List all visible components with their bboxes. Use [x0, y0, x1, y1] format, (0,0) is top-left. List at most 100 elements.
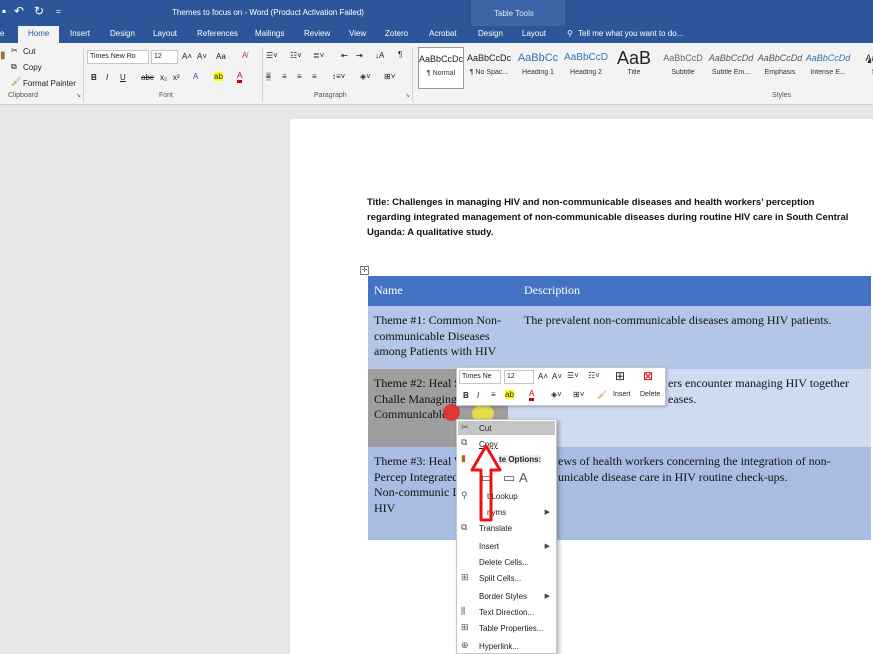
- tab-acrobat[interactable]: Acrobat: [429, 29, 457, 38]
- redo-icon[interactable]: ↻: [34, 4, 44, 18]
- menu-delete-cells[interactable]: Delete Cells...: [479, 558, 529, 567]
- insert-table-icon[interactable]: ⊞: [615, 369, 625, 383]
- mini-insert-button[interactable]: Insert: [613, 391, 631, 398]
- shrink-font-icon[interactable]: A˅: [552, 372, 562, 381]
- align-center-icon[interactable]: ≡: [282, 72, 287, 81]
- tab-table-design[interactable]: Design: [478, 29, 503, 38]
- style-title[interactable]: AaB Title: [611, 47, 657, 89]
- customize-icon[interactable]: =: [56, 7, 61, 16]
- shading-icon[interactable]: ◈˅: [360, 72, 371, 81]
- tell-me-input[interactable]: Tell me what you want to do...: [578, 29, 683, 38]
- numbering-icon[interactable]: ☷˅: [290, 51, 302, 60]
- justify-icon[interactable]: ≡: [312, 72, 317, 81]
- increase-indent-icon[interactable]: ⇥: [356, 51, 363, 60]
- style-no-spac[interactable]: AaBbCcDc ¶ No Spac...: [466, 47, 512, 89]
- style-intense-e[interactable]: AaBbCcDd Intense E...: [805, 47, 851, 89]
- strikethrough-icon[interactable]: abc: [141, 73, 154, 82]
- font-size-input[interactable]: 12: [151, 50, 178, 64]
- bold-icon[interactable]: B: [463, 391, 469, 400]
- borders-icon[interactable]: ⊞˅: [573, 390, 584, 399]
- text-effects-icon[interactable]: A: [193, 72, 198, 81]
- table-header-name[interactable]: Name: [368, 276, 518, 306]
- tab-review[interactable]: Review: [304, 29, 330, 38]
- style-subtitle[interactable]: AaBbCcD Subtitle: [660, 47, 706, 89]
- menu-text-direction[interactable]: Text Direction...: [479, 608, 534, 617]
- undo-icon[interactable]: ↶: [14, 4, 24, 18]
- italic-icon[interactable]: I: [477, 391, 479, 400]
- mini-font-input[interactable]: Times Ne: [459, 370, 501, 384]
- tab-zotero[interactable]: Zotero: [385, 29, 408, 38]
- table-cell-description[interactable]: The prevalent non-communicable diseases …: [518, 306, 871, 369]
- grow-font-icon[interactable]: A˄: [538, 372, 548, 381]
- paragraph-launcher-icon[interactable]: ↘: [405, 92, 410, 99]
- align-icon[interactable]: ≡: [491, 390, 496, 399]
- mini-delete-button[interactable]: Delete: [640, 391, 660, 398]
- delete-table-icon[interactable]: ⊠: [643, 369, 653, 383]
- italic-icon[interactable]: I: [106, 73, 108, 82]
- styles-scroll-icon[interactable]: ▲▼: [866, 58, 873, 65]
- table-row[interactable]: Theme #3: Heal Workers’ Percep Integrate…: [368, 447, 871, 540]
- bold-icon[interactable]: B: [91, 73, 97, 82]
- highlight-icon[interactable]: ab: [214, 72, 223, 81]
- copy-button[interactable]: Copy: [23, 63, 42, 72]
- style-heading-2[interactable]: AaBbCcD Heading 2: [563, 47, 609, 89]
- pilcrow-icon[interactable]: ¶: [398, 50, 402, 59]
- tab-references[interactable]: References: [197, 29, 238, 38]
- mini-size-input[interactable]: 12: [504, 370, 534, 384]
- font-color-icon[interactable]: A: [529, 389, 535, 401]
- format-painter-button[interactable]: Format Painter: [23, 79, 76, 88]
- paste-text-only-icon[interactable]: A: [519, 470, 528, 485]
- superscript-icon[interactable]: x²: [173, 73, 180, 82]
- tab-view[interactable]: View: [349, 29, 366, 38]
- tab-table-layout[interactable]: Layout: [522, 29, 546, 38]
- subscript-icon[interactable]: x₂: [160, 73, 167, 82]
- font-color-icon[interactable]: A: [237, 71, 243, 83]
- tab-insert[interactable]: Insert: [70, 29, 90, 38]
- menu-cut[interactable]: Cut: [479, 424, 491, 433]
- shrink-font-icon[interactable]: A˅: [197, 52, 207, 61]
- save-icon[interactable]: ▪: [2, 4, 6, 18]
- style-subtle-em[interactable]: AaBbCcDd Subtle Em...: [708, 47, 754, 89]
- numbering-icon[interactable]: ☷˅: [588, 371, 600, 380]
- menu-insert[interactable]: Insert: [479, 542, 499, 551]
- clear-formatting-icon[interactable]: A̸: [242, 51, 247, 60]
- sort-icon[interactable]: ↓A: [375, 51, 384, 60]
- table-move-handle-icon[interactable]: ✛: [360, 266, 369, 275]
- shading-icon[interactable]: ◈˅: [551, 390, 562, 399]
- tab-layout[interactable]: Layout: [153, 29, 177, 38]
- align-left-icon[interactable]: ≡: [266, 72, 271, 81]
- tab-file[interactable]: e: [0, 29, 4, 38]
- menu-hyperlink[interactable]: Hyperlink...: [479, 642, 519, 651]
- change-case-button[interactable]: Aa: [216, 52, 226, 61]
- underline-icon[interactable]: U: [120, 73, 126, 82]
- font-name-input[interactable]: Times New Ro: [87, 50, 149, 64]
- format-painter-icon[interactable]: 🖌: [597, 390, 607, 399]
- table-row[interactable]: Theme #1: Common Non-communicable Diseas…: [368, 306, 871, 369]
- menu-translate[interactable]: Translate: [479, 524, 512, 533]
- table-header-description[interactable]: Description: [518, 276, 871, 306]
- table-cell-name[interactable]: Theme #1: Common Non-communicable Diseas…: [368, 306, 518, 369]
- menu-border-styles[interactable]: Border Styles: [479, 592, 527, 601]
- multilevel-list-icon[interactable]: ≣˅: [313, 51, 324, 60]
- table-cell-description[interactable]: ews of health workers concerning the int…: [518, 447, 871, 540]
- paste-merge-icon[interactable]: ▭: [503, 470, 515, 486]
- menu-table-properties[interactable]: Table Properties...: [479, 624, 543, 633]
- line-spacing-icon[interactable]: ↕≡˅: [332, 72, 345, 81]
- grow-font-icon[interactable]: A˄: [182, 52, 192, 61]
- style-heading-1[interactable]: AaBbCc Heading 1: [515, 47, 561, 89]
- style-normal[interactable]: AaBbCcDc ¶ Normal: [418, 47, 464, 89]
- cut-button[interactable]: Cut: [23, 47, 35, 56]
- highlight-icon[interactable]: ab: [505, 390, 514, 399]
- borders-icon[interactable]: ⊞˅: [384, 72, 395, 81]
- clipboard-launcher-icon[interactable]: ↘: [76, 92, 81, 99]
- tab-home[interactable]: Home: [18, 26, 60, 43]
- style-st[interactable]: AaBlSt: [852, 47, 873, 89]
- paste-icon[interactable]: ▮: [0, 50, 6, 61]
- tab-mailings[interactable]: Mailings: [255, 29, 284, 38]
- tab-design[interactable]: Design: [110, 29, 135, 38]
- menu-split-cells[interactable]: Split Cells...: [479, 574, 521, 583]
- bullets-icon[interactable]: ☰˅: [567, 371, 579, 380]
- style-emphasis[interactable]: AaBbCcDd Emphasis: [757, 47, 803, 89]
- bullets-icon[interactable]: ☰˅: [266, 51, 278, 60]
- document-title[interactable]: Title: Challenges in managing HIV and no…: [367, 195, 857, 240]
